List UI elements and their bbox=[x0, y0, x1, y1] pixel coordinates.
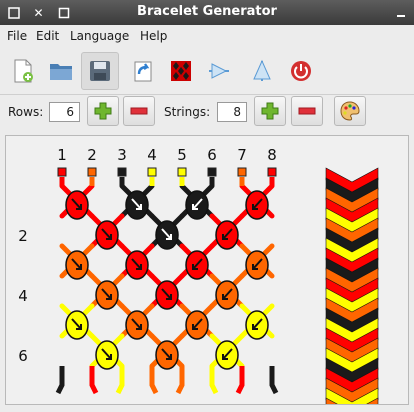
mirror-button[interactable] bbox=[243, 52, 281, 90]
remove-string-button[interactable] bbox=[291, 96, 323, 126]
string-color-swatch bbox=[177, 167, 187, 177]
strings-label: Strings: bbox=[164, 105, 211, 119]
string-number: 3 bbox=[117, 146, 127, 164]
add-row-button[interactable] bbox=[87, 96, 119, 126]
strand bbox=[235, 366, 245, 395]
strand bbox=[115, 366, 125, 395]
random-pattern-icon bbox=[171, 61, 191, 81]
mirror-icon bbox=[253, 59, 271, 81]
new-file-icon bbox=[14, 59, 33, 83]
export-icon bbox=[134, 61, 152, 82]
plus-icon bbox=[261, 102, 279, 120]
save-icon bbox=[90, 61, 110, 81]
settings-bar: Rows: 6 Strings: 8 bbox=[0, 95, 414, 131]
menu-edit[interactable]: Edit bbox=[36, 29, 59, 43]
string-color-swatch bbox=[237, 167, 247, 177]
string-number: 7 bbox=[237, 146, 247, 164]
string-number: 8 bbox=[267, 146, 277, 164]
strand bbox=[175, 366, 185, 395]
string-color-swatch bbox=[87, 167, 97, 177]
string-color-swatch bbox=[57, 167, 67, 177]
rows-input[interactable]: 6 bbox=[49, 102, 80, 122]
strand bbox=[209, 366, 219, 395]
menu-help[interactable]: Help bbox=[140, 29, 167, 43]
open-folder-icon bbox=[50, 64, 72, 80]
strand bbox=[269, 366, 279, 395]
string-color-swatch bbox=[147, 167, 157, 177]
string-color-swatch bbox=[207, 167, 217, 177]
strings-input[interactable]: 8 bbox=[217, 102, 247, 122]
random-pattern-button[interactable] bbox=[162, 52, 200, 90]
quit-icon bbox=[291, 61, 311, 81]
window-title: Bracelet Generator bbox=[137, 4, 277, 19]
rows-label: Rows: bbox=[8, 105, 44, 119]
flip-button[interactable] bbox=[200, 52, 238, 90]
string-number: 6 bbox=[207, 146, 217, 164]
pattern-diagram[interactable]: 1 2 3 4 5 6 7 8 2 4 6 bbox=[6, 136, 408, 412]
minus-icon bbox=[130, 107, 148, 115]
string-number: 1 bbox=[57, 146, 67, 164]
color-palette-icon bbox=[340, 101, 360, 121]
menu-file[interactable]: File bbox=[7, 29, 27, 43]
strand bbox=[89, 366, 99, 395]
remove-row-button[interactable] bbox=[123, 96, 155, 126]
minimize-icon[interactable] bbox=[392, 4, 409, 21]
string-color-swatch bbox=[267, 167, 277, 177]
export-button[interactable] bbox=[124, 52, 162, 90]
string-number: 2 bbox=[87, 146, 97, 164]
menu-language[interactable]: Language bbox=[70, 29, 129, 43]
string-number: 4 bbox=[147, 146, 157, 164]
strand bbox=[149, 366, 159, 395]
quit-button[interactable] bbox=[282, 52, 320, 90]
pattern-canvas[interactable]: 1 2 3 4 5 6 7 8 2 4 6 bbox=[5, 135, 409, 412]
string-color-swatch bbox=[117, 167, 127, 177]
add-string-button[interactable] bbox=[254, 96, 286, 126]
new-file-button[interactable] bbox=[4, 52, 42, 90]
plus-icon bbox=[94, 102, 112, 120]
string-number: 5 bbox=[177, 146, 187, 164]
minus-icon bbox=[298, 107, 316, 115]
row-label: 2 bbox=[18, 227, 28, 245]
strand bbox=[55, 366, 65, 395]
open-button[interactable] bbox=[42, 52, 80, 90]
menu-bar: File Edit Language Help bbox=[0, 25, 414, 47]
row-label: 6 bbox=[18, 347, 28, 365]
title-bar: ✕ Bracelet Generator bbox=[0, 0, 414, 25]
flip-icon bbox=[209, 63, 229, 79]
row-label: 4 bbox=[18, 287, 28, 305]
save-button[interactable] bbox=[81, 52, 119, 90]
palette-button[interactable] bbox=[334, 96, 366, 126]
toolbar bbox=[0, 47, 414, 95]
